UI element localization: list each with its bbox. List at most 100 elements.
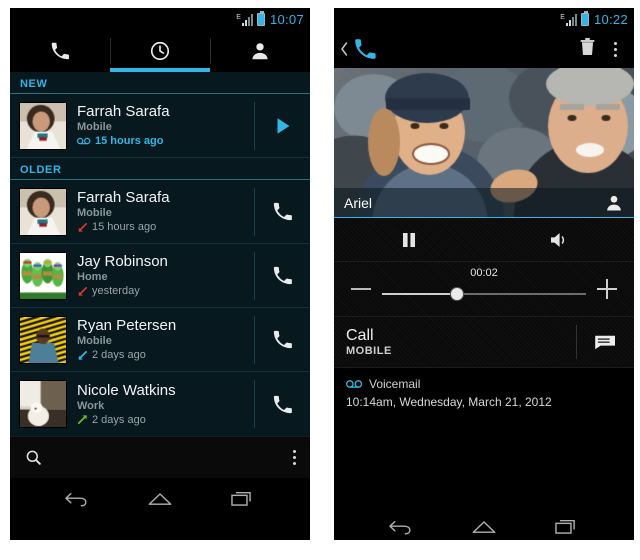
contact-avatar[interactable] bbox=[19, 315, 67, 364]
call-back-button[interactable] bbox=[254, 251, 310, 300]
voicemail-kind-label: Voicemail bbox=[369, 377, 421, 391]
call-time-label: yesterday bbox=[92, 285, 140, 297]
call-log-list[interactable]: NEW Farrah Sarafa Mobile 15 hours ago OLDER F… bbox=[10, 72, 310, 436]
contact-photo[interactable]: Ariel bbox=[334, 68, 634, 218]
minus-icon bbox=[351, 288, 371, 290]
call-back-info: Call MOBILE bbox=[334, 327, 576, 357]
search-icon[interactable] bbox=[24, 448, 43, 467]
avatar-image bbox=[20, 188, 66, 235]
trash-icon bbox=[580, 38, 595, 55]
number-type-label: Mobile bbox=[77, 121, 112, 133]
decrease-button[interactable] bbox=[344, 287, 378, 291]
avatar-image bbox=[20, 316, 66, 363]
status-bar-right: E 10:22 bbox=[334, 8, 634, 30]
phone-right-voicemail-detail: E 10:22 Ariel 00:02 Call MOBILE Voicemai… bbox=[334, 8, 634, 540]
contact-name: Jay Robinson bbox=[77, 253, 168, 270]
contact-avatar[interactable] bbox=[19, 251, 67, 300]
seek-slider[interactable] bbox=[382, 283, 586, 305]
call-action-title: Call bbox=[346, 327, 374, 344]
network-indicator-left: E bbox=[236, 13, 253, 26]
call-log-bottom-bar bbox=[10, 436, 310, 478]
recents-icon[interactable] bbox=[552, 515, 582, 537]
status-clock-right: 10:22 bbox=[593, 11, 628, 27]
call-number-type: MOBILE bbox=[346, 345, 392, 357]
call-log-section-header: OLDER bbox=[10, 158, 310, 180]
call-back-button[interactable] bbox=[254, 187, 310, 236]
overflow-menu-button[interactable] bbox=[605, 41, 626, 57]
call-back-row[interactable]: Call MOBILE bbox=[334, 316, 634, 368]
message-icon bbox=[594, 335, 615, 350]
call-log-row[interactable]: Nicole Watkins Work 2 days ago bbox=[10, 372, 310, 436]
send-message-button[interactable] bbox=[576, 325, 634, 359]
call-time-line: 15 hours ago bbox=[77, 134, 254, 148]
speaker-button[interactable] bbox=[484, 230, 634, 250]
call-time-line: 15 hours ago bbox=[77, 220, 254, 234]
incoming-call-arrow-icon bbox=[78, 350, 88, 360]
contact-name: Farrah Sarafa bbox=[77, 189, 170, 206]
phone-icon bbox=[273, 266, 292, 285]
call-back-button[interactable] bbox=[254, 315, 310, 364]
status-clock-left: 10:07 bbox=[269, 11, 304, 27]
call-log-row[interactable]: Farrah Sarafa Mobile 15 hours ago bbox=[10, 180, 310, 244]
call-log-row[interactable]: Ryan Petersen Mobile 2 days ago bbox=[10, 308, 310, 372]
contact-avatar[interactable] bbox=[19, 187, 67, 236]
active-tab-indicator bbox=[109, 68, 210, 72]
plus-icon bbox=[597, 279, 617, 299]
system-nav-bar-left bbox=[10, 478, 310, 518]
increase-button[interactable] bbox=[590, 279, 624, 299]
phone-icon bbox=[273, 330, 292, 349]
person-icon[interactable] bbox=[604, 193, 624, 213]
call-back-button[interactable] bbox=[254, 380, 310, 428]
home-icon[interactable] bbox=[145, 487, 175, 509]
call-log-row-info: Nicole Watkins Work 2 days ago bbox=[67, 382, 254, 427]
call-time-line: 2 days ago bbox=[77, 413, 254, 427]
number-type-label: Work bbox=[77, 399, 105, 412]
system-nav-bar-right bbox=[334, 506, 634, 540]
delete-voicemail-button[interactable] bbox=[570, 37, 605, 61]
seek-thumb[interactable] bbox=[451, 288, 464, 300]
home-icon[interactable] bbox=[469, 515, 499, 537]
battery-icon bbox=[580, 10, 589, 26]
call-time-label: 15 hours ago bbox=[95, 135, 164, 147]
contact-avatar[interactable] bbox=[19, 101, 67, 150]
playback-controls-row bbox=[334, 218, 634, 262]
back-icon[interactable] bbox=[62, 487, 92, 509]
phone-icon bbox=[355, 39, 376, 59]
overflow-menu-icon bbox=[614, 41, 617, 57]
tab-bar bbox=[10, 30, 310, 72]
play-voicemail-button[interactable] bbox=[254, 101, 310, 150]
avatar-image bbox=[20, 102, 66, 149]
tab-contacts[interactable] bbox=[210, 30, 310, 72]
tab-dialer[interactable] bbox=[10, 30, 110, 72]
contact-name: Nicole Watkins bbox=[77, 381, 176, 399]
signal-bars-icon bbox=[565, 13, 577, 26]
recents-icon[interactable] bbox=[228, 487, 258, 509]
outgoing-call-arrow-icon bbox=[77, 415, 87, 425]
call-log-row[interactable]: Jay Robinson Home yesterday bbox=[10, 244, 310, 308]
call-log-section-header: NEW bbox=[10, 72, 310, 94]
tab-call-log[interactable] bbox=[110, 30, 210, 72]
overflow-menu-icon[interactable] bbox=[293, 450, 296, 465]
back-icon[interactable] bbox=[386, 515, 416, 537]
number-type-label: Mobile bbox=[77, 335, 112, 347]
elapsed-time: 00:02 bbox=[470, 267, 498, 279]
phone-icon bbox=[273, 395, 292, 413]
call-log-row-info: Farrah Sarafa Mobile 15 hours ago bbox=[67, 189, 254, 234]
contact-avatar[interactable] bbox=[19, 380, 67, 428]
call-log-row-info: Ryan Petersen Mobile 2 days ago bbox=[67, 317, 254, 362]
network-indicator-right: E bbox=[560, 13, 577, 26]
pause-button[interactable] bbox=[334, 231, 484, 249]
call-log-row[interactable]: Farrah Sarafa Mobile 15 hours ago bbox=[10, 94, 310, 158]
voicemail-metadata: Voicemail 10:14am, Wednesday, March 21, … bbox=[334, 368, 634, 428]
phone-icon bbox=[51, 42, 69, 60]
seek-bar-row: 00:02 bbox=[334, 262, 634, 316]
avatar-image bbox=[20, 381, 66, 427]
contact-name: Farrah Sarafa bbox=[77, 103, 170, 120]
back-chevron-icon bbox=[341, 42, 348, 56]
up-navigation-button[interactable] bbox=[338, 36, 378, 62]
voicemail-player: 00:02 Call MOBILE Voicemail 10:14am, Wed… bbox=[334, 218, 634, 506]
status-bar-left: E 10:07 bbox=[10, 8, 310, 30]
status-icons-right: E bbox=[560, 10, 589, 26]
detail-empty-space bbox=[334, 428, 634, 506]
person-icon bbox=[252, 43, 268, 60]
